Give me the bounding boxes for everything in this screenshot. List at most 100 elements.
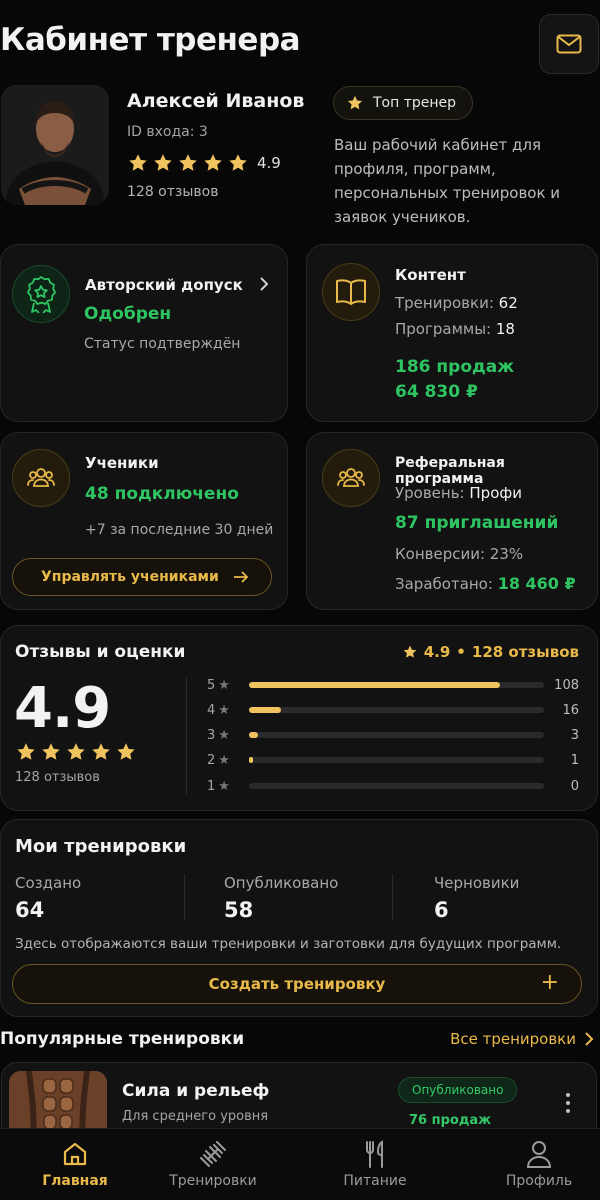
reviews-total: 128 отзывов [15,770,100,785]
arrow-right-icon [234,571,249,583]
author-access-status: Одобрен [84,304,172,324]
tab-profile[interactable]: Профиль [464,1129,600,1200]
author-access-card[interactable]: Одобрен Статус подтверждён Авторский доп… [0,244,288,422]
rating-bar-row: 3 ★ 3 [207,727,579,743]
star-icon [90,741,112,763]
students-recent: +7 за последние 30 дней [85,522,274,538]
rating-bar-row: 2 ★ 1 [207,752,579,768]
stat-created-value: 64 [15,898,45,922]
star-icon [402,644,418,660]
programs-count: 18 [495,320,515,338]
users-icon [322,449,380,507]
stat-published-label: Опубликовано [224,874,339,892]
stat-published-value: 58 [224,898,254,922]
all-workouts-link[interactable]: Все тренировки [450,1030,594,1048]
programs-label: Программы: 18 [395,320,515,338]
star-icon [152,152,174,174]
star-icon [346,94,364,112]
create-workout-button[interactable]: Создать тренировку + [12,964,582,1004]
plus-icon: + [540,970,559,995]
chevron-right-icon[interactable] [257,275,271,293]
students-connected: 48 подключено [85,484,239,504]
tab-label: Питание [343,1173,407,1189]
referral-card[interactable]: Реферальная программа Уровень: Профи 87 … [306,432,598,610]
referral-earned: Заработано: 18 460 ₽ [395,574,576,593]
divider [184,874,185,920]
star-icon [65,741,87,763]
tab-home[interactable]: Главная [0,1129,150,1200]
chevron-right-icon [585,1032,594,1046]
popular-title: Популярные тренировки [0,1029,245,1049]
rating-bar-row: 5 ★ 108 [207,677,579,693]
my-workouts-title: Мои тренировки [15,836,187,857]
big-rating-value: 4.9 [14,676,111,741]
manage-students-label: Управлять учениками [41,569,219,585]
rating-value: 4.9 [257,154,281,172]
workout-sales: 76 продаж [409,1113,492,1128]
workout-name: Сила и рельеф [122,1081,270,1101]
divider [186,678,187,794]
book-icon [322,263,380,321]
top-trainer-badge: Топ тренер [333,86,474,120]
tab-nutrition[interactable]: Питание [300,1129,450,1200]
workouts-label: Тренировки: 62 [395,294,518,312]
rating-bar-fill [249,757,253,763]
create-workout-label: Создать тренировку [208,975,386,993]
author-access-title: Авторский допуск [85,276,243,294]
dumbbell-icon [198,1139,228,1169]
tab-workouts[interactable]: Тренировки [138,1129,288,1200]
tab-label: Профиль [505,1173,573,1189]
bottom-tab-bar: Главная Тренировки Питание Профиль [0,1128,600,1200]
fork-knife-icon [360,1139,390,1169]
star-icon [127,152,149,174]
trainer-name: Алексей Иванов [127,90,305,112]
rating-bar-row: 4 ★ 16 [207,702,579,718]
status-badge: Опубликовано [398,1077,518,1103]
avatar[interactable] [1,85,109,205]
manage-students-button[interactable]: Управлять учениками [12,558,272,596]
stat-drafts-label: Черновики [434,874,520,892]
reviews-count[interactable]: 128 отзывов [127,184,218,200]
users-icon [12,449,70,507]
login-id: ID входа: 3 [127,124,208,140]
badge-label: Топ тренер [373,95,457,111]
referral-level: Уровень: Профи [395,484,522,502]
stat-created-label: Создано [15,874,82,892]
workout-level: Для среднего уровня [122,1109,269,1124]
messages-button[interactable] [539,14,599,74]
home-icon [60,1139,90,1169]
stat-drafts-value: 6 [434,898,449,922]
profile-description: Ваш рабочий кабинет для профиля, програм… [334,136,561,226]
big-rating-stars [15,741,137,763]
reviews-title: Отзывы и оценки [15,642,186,662]
rating-bar-row: 1 ★ 0 [207,778,579,794]
workouts-count: 62 [498,294,518,312]
star-icon [15,741,37,763]
content-title: Контент [395,266,466,284]
referral-invites: 87 приглашений [395,513,559,533]
user-icon [524,1139,554,1169]
award-badge-icon [12,265,70,323]
referral-conversion: Конверсии: 23% [395,545,524,563]
content-revenue: 64 830 ₽ [395,382,478,402]
star-icon [40,741,62,763]
star-icon [202,152,224,174]
my-workouts-note: Здесь отображаются ваши тренировки и заг… [15,936,562,952]
content-sales: 186 продаж [395,357,515,377]
rating-bar-fill [249,707,282,713]
tab-label: Тренировки [169,1173,257,1189]
mail-icon [556,34,582,54]
more-options-icon[interactable] [562,1093,574,1123]
rating-bar-fill [249,732,258,738]
tab-label: Главная [42,1173,108,1189]
students-title: Ученики [85,454,159,472]
star-icon [177,152,199,174]
star-icon [227,152,249,174]
reviews-summary[interactable]: 4.9 • 128 отзывов [402,643,579,661]
author-access-note: Статус подтверждён [84,336,241,352]
content-card[interactable]: Контент Тренировки: 62 Программы: 18 186… [306,244,598,422]
referral-title: Реферальная программа [395,455,505,487]
profile-rating: 4.9 [127,152,281,174]
star-icon [115,741,137,763]
page-title: Кабинет тренера [0,22,301,58]
